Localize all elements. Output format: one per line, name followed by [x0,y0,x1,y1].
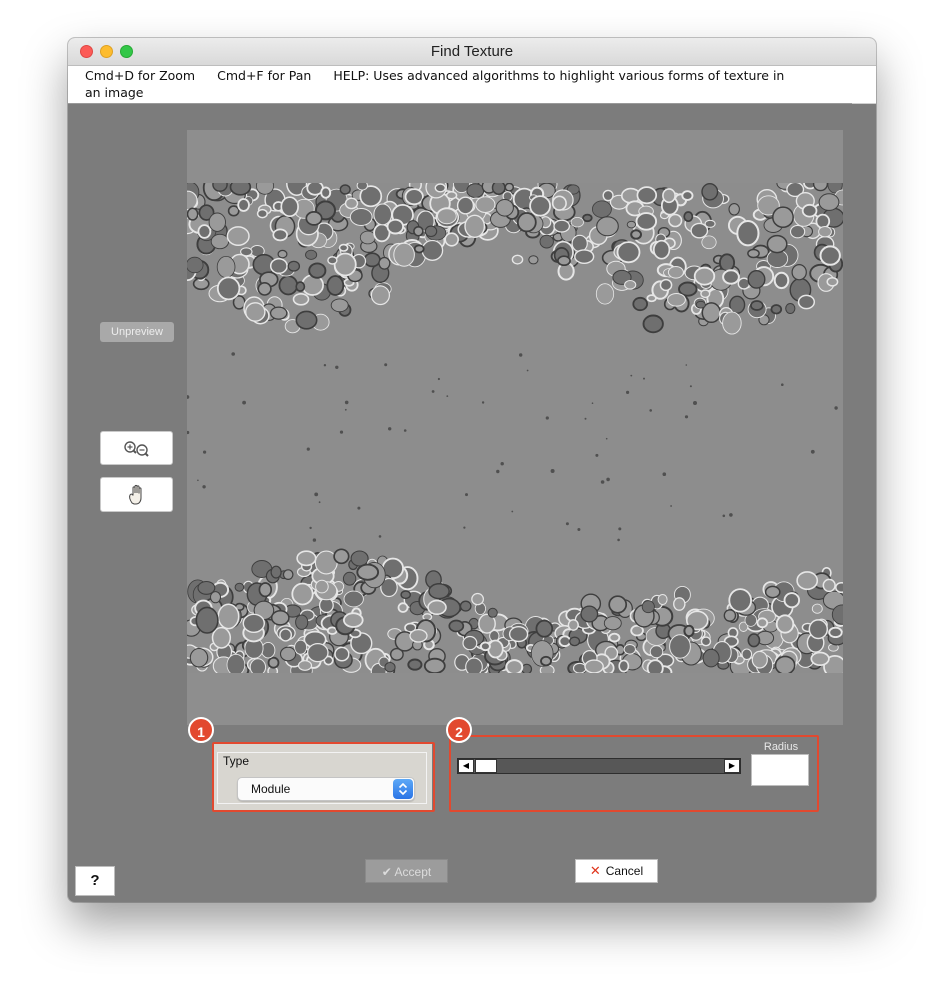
help-bar-edge [852,103,876,104]
highlight-box-2 [449,735,819,812]
find-texture-window: Find Texture Cmd+D for Zoom Cmd+F for Pan… [68,38,876,902]
preview-area [187,130,843,725]
zoom-button[interactable] [100,431,173,465]
highlight-box-1 [212,742,435,812]
help-line-2: an image [85,85,144,100]
zoom-shortcut-hint: Cmd+D for Zoom [85,68,196,83]
title-bar: Find Texture [68,38,876,66]
unpreview-button[interactable]: Unpreview [100,322,174,342]
help-button[interactable]: ? [75,866,115,896]
accept-label: Accept [394,865,432,879]
pan-shortcut-hint: Cmd+F for Pan [217,68,312,83]
help-line-1: Cmd+D for Zoom Cmd+F for Pan HELP: Uses ad… [85,68,806,83]
accept-button[interactable]: ✔ Accept [365,859,448,883]
help-bar: Cmd+D for Zoom Cmd+F for Pan HELP: Uses ad… [68,66,876,104]
window-title: Find Texture [430,43,514,60]
microscopy-image[interactable] [187,183,843,673]
help-description: HELP: Uses advanced algorithms to highli… [333,68,785,83]
zoom-in-out-icon [124,441,149,457]
microscopy-image-graphic [187,183,843,673]
badge-1: 1 [188,717,214,743]
badge-2: 2 [446,717,472,743]
pan-button[interactable] [100,477,173,512]
hand-pan-icon [129,484,142,505]
cancel-label: Cancel [605,864,644,878]
checkmark-icon: ✔ [381,865,392,879]
cancel-button[interactable]: ✕ Cancel [575,859,658,883]
x-icon: ✕ [589,863,601,878]
